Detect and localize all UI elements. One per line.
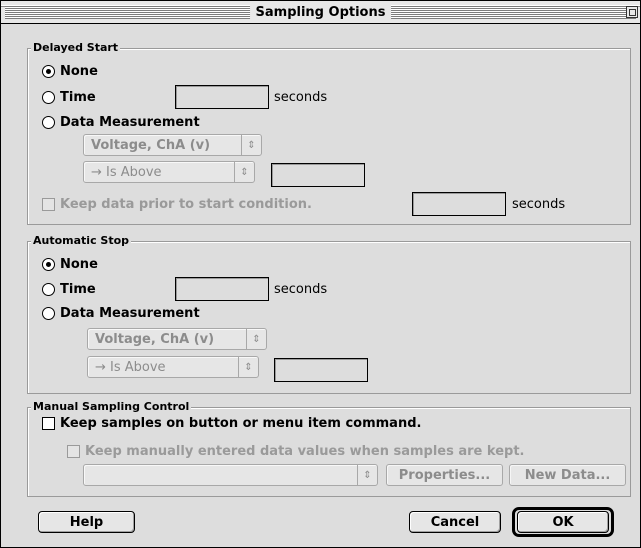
delayed-start-time-option[interactable]: Time: [42, 90, 96, 105]
automatic-stop-condition-select[interactable]: → Is Above ⇕: [87, 356, 259, 378]
keep-prior-seconds-row: seconds: [512, 197, 565, 212]
automatic-stop-none-label: None: [60, 257, 98, 272]
automatic-stop-data-measurement-option[interactable]: Data Measurement: [42, 306, 200, 321]
radio-unselected-icon[interactable]: [42, 283, 55, 296]
checkbox-icon[interactable]: [42, 198, 55, 211]
radio-unselected-icon[interactable]: [42, 307, 55, 320]
keep-prior-seconds-label: seconds: [512, 197, 566, 212]
delayed-start-time-field[interactable]: [175, 85, 269, 109]
automatic-stop-data-measurement-label: Data Measurement: [60, 306, 200, 321]
zoom-box-icon[interactable]: [626, 6, 638, 18]
delayed-start-condition-value: → Is Above: [91, 164, 162, 180]
delayed-start-none-label: None: [60, 64, 98, 79]
help-button[interactable]: Help: [38, 511, 135, 533]
automatic-stop-time-option[interactable]: Time: [42, 282, 96, 297]
updown-arrows-icon: ⇕: [246, 329, 266, 349]
checkbox-icon[interactable]: [42, 417, 55, 430]
updown-arrows-icon: ⇕: [357, 465, 377, 485]
title-bar[interactable]: Sampling Options: [1, 1, 640, 24]
delayed-start-time-label: Time: [60, 90, 96, 105]
delayed-start-sensor-value: Voltage, ChA (v): [91, 137, 211, 153]
manual-sampling-title: Manual Sampling Control: [31, 400, 192, 414]
keep-samples-label: Keep samples on button or menu item comm…: [60, 416, 422, 431]
automatic-stop-seconds-label: seconds: [274, 282, 328, 297]
keep-manual-data-option[interactable]: Keep manually entered data values when s…: [67, 444, 524, 459]
delayed-start-seconds-label: seconds: [274, 90, 328, 105]
radio-selected-icon[interactable]: [42, 258, 55, 271]
radio-selected-icon[interactable]: [42, 65, 55, 78]
updown-arrows-icon: ⇕: [241, 135, 261, 155]
automatic-stop-threshold-field[interactable]: [274, 358, 368, 382]
delayed-start-condition-select[interactable]: → Is Above ⇕: [83, 161, 255, 183]
automatic-stop-condition-value: → Is Above: [95, 359, 166, 375]
radio-unselected-icon[interactable]: [42, 116, 55, 129]
sampling-options-dialog: Sampling Options Delayed Start None Time…: [0, 0, 641, 548]
ok-button[interactable]: OK: [517, 511, 609, 533]
delayed-start-data-measurement-option[interactable]: Data Measurement: [42, 115, 200, 130]
automatic-stop-time-label: Time: [60, 282, 96, 297]
delayed-start-seconds-row: seconds: [274, 90, 327, 105]
delayed-start-none-option[interactable]: None: [42, 64, 98, 79]
radio-unselected-icon[interactable]: [42, 91, 55, 104]
keep-samples-option[interactable]: Keep samples on button or menu item comm…: [42, 416, 421, 431]
delayed-start-threshold-field[interactable]: [271, 163, 365, 187]
automatic-stop-none-option[interactable]: None: [42, 257, 98, 272]
properties-button[interactable]: Properties...: [386, 464, 503, 486]
automatic-stop-sensor-select[interactable]: Voltage, ChA (v) ⇕: [87, 328, 267, 350]
automatic-stop-time-field[interactable]: [175, 277, 269, 301]
delayed-start-sensor-select[interactable]: Voltage, ChA (v) ⇕: [83, 134, 262, 156]
updown-arrows-icon: ⇕: [234, 162, 254, 182]
automatic-stop-sensor-value: Voltage, ChA (v): [95, 331, 215, 347]
keep-prior-data-option[interactable]: Keep data prior to start condition.: [42, 197, 312, 212]
keep-prior-seconds-field[interactable]: [412, 192, 506, 216]
updown-arrows-icon: ⇕: [238, 357, 258, 377]
keep-manual-data-label: Keep manually entered data values when s…: [85, 444, 525, 459]
automatic-stop-seconds-row: seconds: [274, 282, 327, 297]
delayed-start-data-measurement-label: Data Measurement: [60, 115, 200, 130]
dialog-title: Sampling Options: [249, 4, 392, 21]
manual-data-select[interactable]: ⇕: [83, 464, 378, 486]
checkbox-icon[interactable]: [67, 445, 80, 458]
new-data-button[interactable]: New Data...: [509, 464, 626, 486]
automatic-stop-title: Automatic Stop: [31, 234, 132, 248]
keep-prior-data-label: Keep data prior to start condition.: [60, 197, 312, 212]
cancel-button[interactable]: Cancel: [409, 511, 501, 533]
delayed-start-title: Delayed Start: [31, 41, 121, 55]
